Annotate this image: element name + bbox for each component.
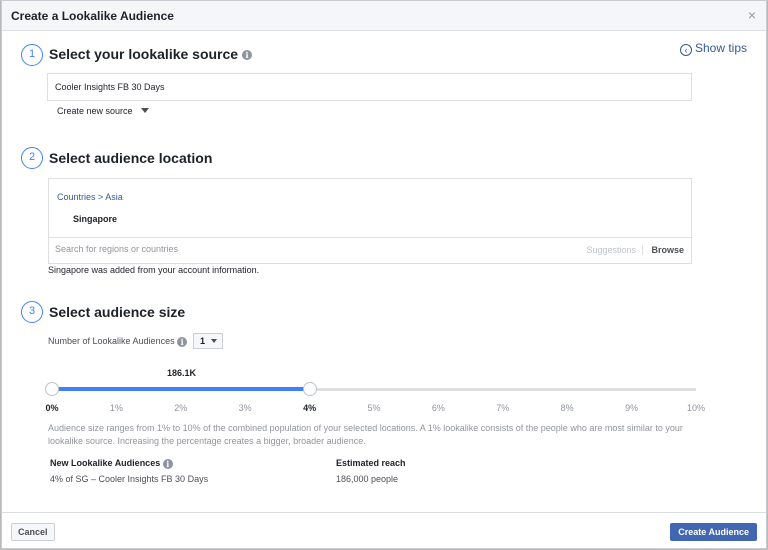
slider-tick-label: 0% [45, 403, 59, 413]
slider-tick-label: 3% [238, 403, 252, 413]
step-2-title: Select audience location [49, 150, 213, 166]
create-new-source-label: Create new source [57, 106, 133, 116]
caret-down-icon [211, 339, 217, 343]
slider-tick-label: 2% [174, 403, 188, 413]
location-search-row: Suggestions Browse [49, 237, 691, 264]
step-2-number: 2 [21, 147, 43, 169]
num-audiences-select[interactable]: 1 [193, 333, 223, 349]
dialog-header: Create a Lookalike Audience × [2, 1, 766, 31]
estimated-reach-value: 186,000 people [336, 474, 399, 484]
slider-tick-label: 4% [303, 403, 317, 413]
show-tips-label: Show tips [694, 41, 747, 55]
cancel-button[interactable]: Cancel [11, 523, 55, 541]
slider-reach-label: 186.1K [167, 368, 197, 378]
slider-tick-label: 6% [431, 403, 445, 413]
browse-button[interactable]: Browse [651, 245, 684, 255]
create-new-source-dropdown[interactable]: Create new source [57, 106, 149, 116]
audience-size-slider-fill [52, 387, 310, 391]
location-selector: Countries > Asia Singapore Suggestions B… [48, 178, 692, 264]
new-audiences-value: 4% of SG – Cooler Insights FB 30 Days [50, 474, 209, 484]
step-3-title: Select audience size [49, 304, 186, 320]
lookalike-source-field[interactable]: Cooler Insights FB 30 Days [47, 73, 692, 101]
num-audiences-value: 1 [200, 336, 206, 346]
location-search-input[interactable] [55, 244, 555, 254]
step-1-title: Select your lookalike source i [49, 46, 252, 62]
step-3-number: 3 [21, 301, 43, 323]
new-audiences-header: New Lookalike Audiences i [50, 458, 173, 469]
lookalike-dialog: Create a Lookalike Audience × 1 Select y… [1, 0, 767, 549]
location-breadcrumb[interactable]: Countries > Asia [57, 192, 123, 202]
estimated-reach-header: Estimated reach [336, 458, 406, 468]
show-tips-link[interactable]: ‹ Show tips [679, 41, 747, 56]
caret-down-icon [140, 108, 149, 113]
slider-tick-label: 5% [367, 403, 381, 413]
slider-tick-label: 10% [686, 403, 706, 413]
slider-end-handle[interactable] [302, 382, 317, 396]
dialog-footer: Cancel Create Audience [2, 512, 766, 550]
slider-tick-label: 1% [109, 403, 123, 413]
location-note: Singapore was added from your account in… [48, 265, 260, 275]
close-icon[interactable]: × [748, 8, 756, 22]
new-audiences-header-text: New Lookalike Audiences [50, 458, 161, 468]
num-audiences-label: Number of Lookalike Audiences i [48, 336, 188, 347]
info-icon[interactable]: i [162, 458, 173, 469]
step-1-title-text: Select your lookalike source [49, 46, 239, 62]
selected-country[interactable]: Singapore [73, 214, 117, 224]
step-1-number: 1 [21, 44, 43, 66]
num-audiences-label-text: Number of Lookalike Audiences [48, 336, 175, 346]
create-audience-button[interactable]: Create Audience [670, 523, 757, 541]
slider-start-handle[interactable] [45, 382, 59, 396]
chevron-left-icon: ‹ [679, 44, 692, 56]
dialog-title: Create a Lookalike Audience [11, 9, 174, 23]
info-icon[interactable]: i [177, 336, 188, 347]
audience-size-description: Audience size ranges from 1% to 10% of t… [48, 423, 683, 446]
slider-tick-label: 7% [496, 403, 510, 413]
info-icon[interactable]: i [241, 50, 252, 61]
slider-tick-label: 9% [625, 403, 639, 413]
slider-tick-label: 8% [560, 403, 574, 413]
suggestions-button[interactable]: Suggestions [586, 245, 643, 255]
